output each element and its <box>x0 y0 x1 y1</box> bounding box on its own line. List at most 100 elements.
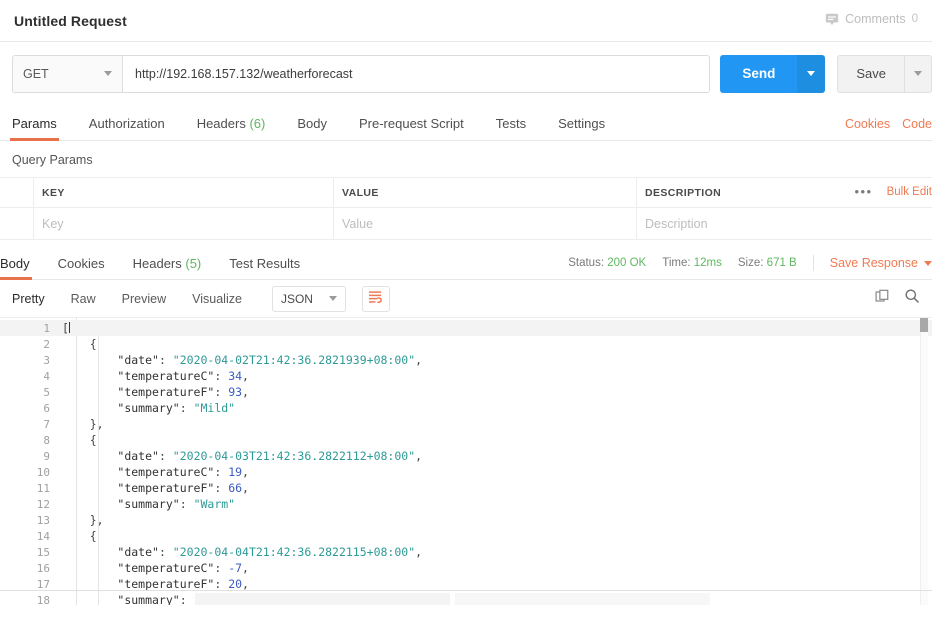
code-token: : <box>214 561 229 575</box>
code-vertical-scrollbar[interactable] <box>920 318 928 605</box>
save-button[interactable]: Save <box>837 54 904 93</box>
status-label: Status: <box>568 257 605 269</box>
code-line-text: { <box>62 337 97 351</box>
code-token: 34 <box>228 369 243 383</box>
response-format-select[interactable]: JSON <box>271 285 346 312</box>
tab-headers[interactable]: Headers (6) <box>197 116 266 140</box>
word-wrap-button[interactable] <box>361 285 390 312</box>
line-number: 7 <box>43 417 50 431</box>
code-token: , <box>415 545 423 559</box>
row-checkbox-gutter[interactable] <box>0 208 34 239</box>
tab-params[interactable]: Params <box>10 116 59 141</box>
view-visualize-button[interactable]: Visualize <box>192 292 242 306</box>
response-body-code-viewer[interactable]: 1[2 {3 "date": "2020-04-02T21:42:36.2821… <box>0 318 932 605</box>
view-pretty-button[interactable]: Pretty <box>12 292 45 306</box>
param-value-input[interactable]: Value <box>334 208 637 239</box>
request-url-input[interactable]: http://192.168.157.132/weatherforecast <box>122 54 711 93</box>
tab-label: Test Results <box>229 256 301 271</box>
code-token: : <box>214 465 229 479</box>
code-token: "temperatureC" <box>117 465 215 479</box>
response-format-value: JSON <box>280 291 313 306</box>
code-token: "Mild" <box>193 401 236 415</box>
view-preview-button[interactable]: Preview <box>122 292 166 306</box>
response-tab-bar: Body Cookies Headers (5) Test Results St… <box>0 246 932 280</box>
code-token: : <box>214 577 229 591</box>
save-response-button[interactable]: Save Response <box>830 256 932 270</box>
code-token: -7 <box>228 561 243 575</box>
param-key-input[interactable]: Key <box>34 208 334 239</box>
code-line-text: { <box>62 433 97 447</box>
chevron-down-icon <box>807 71 816 76</box>
line-number: 16 <box>36 561 50 575</box>
tab-pre-request-script[interactable]: Pre-request Script <box>359 116 464 140</box>
code-token: "2020-04-02T21:42:36.2821939+08:00" <box>172 353 416 367</box>
code-line-text: "temperatureC": 19, <box>62 465 249 479</box>
tab-authorization[interactable]: Authorization <box>89 116 165 140</box>
tab-tests[interactable]: Tests <box>496 116 526 140</box>
scrollbar-thumb[interactable] <box>920 318 928 332</box>
save-button-group: Save <box>837 54 932 93</box>
chevron-down-icon <box>914 71 922 76</box>
copy-icon[interactable] <box>875 289 890 309</box>
code-token: : <box>158 353 173 367</box>
line-number: 12 <box>36 497 50 511</box>
code-token: "summary" <box>117 497 180 511</box>
table-header-row: KEY VALUE DESCRIPTION <box>0 178 932 208</box>
search-icon[interactable] <box>904 288 920 309</box>
code-link[interactable]: Code <box>902 117 932 131</box>
tab-label: Settings <box>558 116 606 131</box>
send-button[interactable]: Send <box>720 54 798 93</box>
code-token: "temperatureF" <box>117 577 215 591</box>
tab-count: (5) <box>185 256 202 271</box>
tab-settings[interactable]: Settings <box>558 116 605 140</box>
response-tab-cookies[interactable]: Cookies <box>58 256 105 279</box>
chevron-down-icon <box>924 260 932 266</box>
code-token: : <box>179 401 194 415</box>
response-tab-test-results[interactable]: Test Results <box>229 256 300 279</box>
param-description-input[interactable]: Description <box>637 208 932 239</box>
code-token: 20 <box>228 577 243 591</box>
chevron-down-icon <box>328 296 337 301</box>
size-badge: Size: 671 B <box>738 257 797 269</box>
code-token: "temperatureF" <box>117 385 215 399</box>
cookies-link[interactable]: Cookies <box>845 117 890 131</box>
time-badge: Time: 12ms <box>662 257 722 269</box>
tab-count: (6) <box>249 116 266 131</box>
response-meta: Status: 200 OK Time: 12ms Size: 671 B Sa… <box>568 255 932 271</box>
send-options-button[interactable] <box>797 54 826 93</box>
code-line: 12 "summary": "Warm" <box>0 496 932 512</box>
comment-bubble-icon <box>825 12 839 26</box>
tab-label: Body <box>297 116 327 131</box>
code-token: : <box>158 449 173 463</box>
code-line-text: "temperatureF": 93, <box>62 385 249 399</box>
code-line-text: "date": "2020-04-04T21:42:36.2822115+08:… <box>62 545 422 559</box>
text-cursor <box>68 322 70 333</box>
http-method-value: GET <box>23 66 49 81</box>
bulk-edit-button[interactable]: Bulk Edit <box>887 186 932 198</box>
comments-count-badge: 0 <box>911 13 918 25</box>
code-line: 5 "temperatureF": 93, <box>0 384 932 400</box>
code-line: 14 { <box>0 528 932 544</box>
code-token: }, <box>89 417 104 431</box>
code-token: : <box>214 481 229 495</box>
response-tab-headers[interactable]: Headers (5) <box>133 256 202 279</box>
line-number: 14 <box>36 529 50 543</box>
code-token: , <box>242 577 249 591</box>
code-line: 8 { <box>0 432 932 448</box>
code-token: , <box>415 449 423 463</box>
tab-body[interactable]: Body <box>297 116 327 140</box>
comments-label: Comments <box>845 12 906 26</box>
comments-button[interactable]: Comments 0 <box>825 12 918 26</box>
view-raw-button[interactable]: Raw <box>71 292 96 306</box>
ellipsis-icon[interactable]: ••• <box>854 184 872 199</box>
save-options-button[interactable] <box>904 54 932 93</box>
line-number: 9 <box>43 449 50 463</box>
code-token: "2020-04-04T21:42:36.2822115+08:00" <box>172 545 416 559</box>
code-token: "temperatureC" <box>117 561 215 575</box>
http-method-select[interactable]: GET <box>12 54 122 93</box>
table-row[interactable]: Key Value Description <box>0 208 932 240</box>
response-tab-body[interactable]: Body <box>0 256 32 280</box>
code-line-text: "date": "2020-04-03T21:42:36.2822112+08:… <box>62 449 422 463</box>
code-token: { <box>89 337 97 351</box>
code-token: "Warm" <box>193 497 236 511</box>
